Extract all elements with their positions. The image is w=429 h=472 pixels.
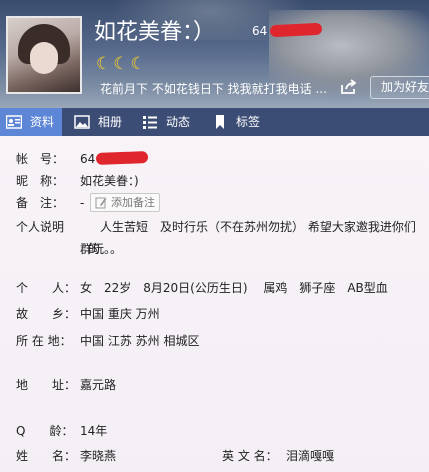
header-nickname: 如花美眷：） xyxy=(94,20,216,45)
nickname-value: 如花美眷：) xyxy=(80,174,139,188)
tab-label: 动态 xyxy=(166,115,191,129)
hometown-value: 中国 重庆 万州 xyxy=(80,307,160,321)
header-qq-number: 64 xyxy=(252,24,268,38)
add-note-label: 添加备注 xyxy=(111,196,155,209)
address-label: 地 址： xyxy=(16,378,77,392)
avatar-face xyxy=(30,42,58,74)
tab-bar: 资料 相册 动态 标签 xyxy=(0,108,429,136)
personal-label: 个 人： xyxy=(16,281,77,295)
english-name-label: 英 文 名： xyxy=(222,449,278,463)
name-value: 李晓燕 xyxy=(80,449,117,463)
tab-album[interactable]: 相册 xyxy=(68,108,132,136)
tab-profile[interactable]: 资料 xyxy=(0,108,62,136)
about-label: 个人说明 xyxy=(16,220,65,234)
pencil-icon xyxy=(95,197,107,209)
tab-label: 资料 xyxy=(30,115,55,129)
english-name-value: 泪滴嘎嘎 xyxy=(286,449,335,463)
profile-details: 帐 号： 64 昵 称： 如花美眷：) 备 注： - 添加备注 个人说明 人生苦… xyxy=(0,136,429,472)
about-value-continued: 群玩。。 xyxy=(80,242,123,256)
personal-signature[interactable]: 花前月下 不如花钱日下 找我就打我电话 ... xyxy=(100,80,327,97)
about-value: 人生苦短 及时行乐（不在苏州勿扰） 希望大家邀我进你们的 xyxy=(88,220,416,256)
tab-label: 相册 xyxy=(98,115,123,129)
profile-header: 如花美眷：） 64 ☾☾☾ 花前月下 不如花钱日下 找我就打我电话 ... 加为… xyxy=(0,0,429,108)
qage-label: Q 龄： xyxy=(16,424,74,438)
address-value: 嘉元路 xyxy=(80,378,117,392)
nickname-label: 昵 称： xyxy=(16,174,65,188)
add-note-button[interactable]: 添加备注 xyxy=(90,193,160,212)
note-value: - xyxy=(80,196,85,210)
photo-icon xyxy=(74,115,90,129)
feed-list-icon xyxy=(143,116,157,129)
tab-label: 标签 xyxy=(236,115,261,129)
level-moon-icon: ☾☾☾ xyxy=(96,54,148,74)
location-value: 中国 江苏 苏州 相城区 xyxy=(80,334,200,348)
account-value[interactable]: 64 xyxy=(80,150,95,168)
name-row: 姓 名： 李晓燕 英 文 名： 泪滴嘎嘎 xyxy=(0,447,429,465)
avatar[interactable] xyxy=(6,16,82,94)
add-friend-button[interactable]: 加为好友 xyxy=(370,76,429,99)
hometown-label: 故 乡： xyxy=(16,307,77,321)
tab-tags[interactable]: 标签 xyxy=(206,108,270,136)
bookmark-icon xyxy=(216,115,224,129)
personal-value: 女 22岁 8月20日(公历生日) 属鸡 狮子座 AB型血 xyxy=(80,281,388,295)
redaction-mark xyxy=(95,151,149,165)
note-label: 备 注： xyxy=(16,196,65,210)
account-label: 帐 号： xyxy=(16,152,65,166)
tab-feed[interactable]: 动态 xyxy=(136,108,200,136)
share-icon[interactable] xyxy=(340,79,358,95)
location-label: 所 在 地： xyxy=(16,334,72,348)
qage-value: 14年 xyxy=(80,424,108,438)
profile-card-icon xyxy=(6,115,22,129)
name-label: 姓 名： xyxy=(16,449,77,463)
